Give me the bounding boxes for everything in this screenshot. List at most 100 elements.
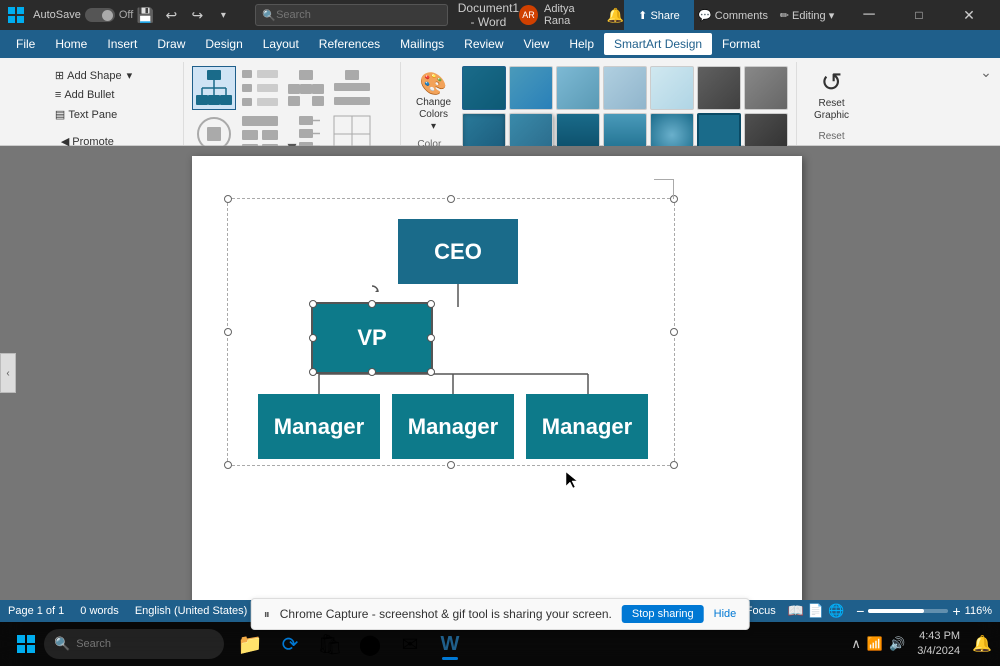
network-icon[interactable]: 📶 bbox=[867, 636, 883, 652]
title-search-box[interactable]: 🔍 bbox=[255, 4, 447, 26]
taskbar-search-box[interactable]: 🔍 bbox=[44, 629, 224, 659]
start-button[interactable] bbox=[8, 626, 44, 662]
comments-button[interactable]: 💬 Comments bbox=[698, 0, 768, 30]
smartart-container[interactable]: CEO VP bbox=[227, 198, 675, 466]
taskbar-apps: 📁 ⟳ 🛍 ⬤ ✉ W bbox=[232, 626, 468, 662]
menu-file[interactable]: File bbox=[6, 33, 45, 55]
zoom-out-button[interactable]: − bbox=[856, 603, 864, 619]
selection-handle-mr[interactable] bbox=[670, 328, 678, 336]
menu-smartart-design[interactable]: SmartArt Design bbox=[604, 33, 712, 55]
language-indicator[interactable]: English (United States) bbox=[135, 605, 248, 617]
menu-view[interactable]: View bbox=[514, 33, 560, 55]
read-mode-icon[interactable]: 📖 bbox=[788, 603, 804, 619]
autosave-toggle[interactable] bbox=[85, 8, 115, 22]
reset-graphic-button[interactable]: ↺ ResetGraphic bbox=[805, 62, 858, 127]
taskbar-app-mail[interactable]: ✉ bbox=[392, 626, 428, 662]
print-layout-icon[interactable]: 📄 bbox=[808, 603, 824, 619]
taskbar-app-explorer[interactable]: 📁 bbox=[232, 626, 268, 662]
zoom-slider[interactable] bbox=[868, 609, 948, 613]
vp-box[interactable]: VP bbox=[313, 304, 431, 372]
selection-handle-bl[interactable] bbox=[224, 461, 232, 469]
menu-references[interactable]: References bbox=[309, 33, 390, 55]
taskbar-app-store[interactable]: 🛍 bbox=[312, 626, 348, 662]
smartart-style-4[interactable] bbox=[603, 66, 647, 110]
stop-sharing-button[interactable]: Stop sharing bbox=[622, 605, 704, 623]
menu-design[interactable]: Design bbox=[195, 33, 252, 55]
page-indicator[interactable]: Page 1 of 1 bbox=[8, 605, 64, 617]
smartart-style-3[interactable] bbox=[556, 66, 600, 110]
notification-bell[interactable]: 🔔 bbox=[972, 634, 992, 654]
vp-handle-br[interactable] bbox=[427, 368, 435, 376]
ribbon-expand-button[interactable]: ⌄ bbox=[976, 62, 996, 82]
search-input[interactable] bbox=[276, 9, 436, 21]
smartart-style-1[interactable] bbox=[462, 66, 506, 110]
add-bullet-button[interactable]: ≡ Add Bullet bbox=[49, 86, 121, 104]
hide-link[interactable]: Hide bbox=[714, 608, 737, 620]
selection-handle-tl[interactable] bbox=[224, 195, 232, 203]
layout-item-2[interactable] bbox=[238, 66, 282, 110]
editing-button[interactable]: ✏ Editing ▾ bbox=[772, 0, 842, 30]
vp-handle-bl[interactable] bbox=[309, 368, 317, 376]
vp-handle-bc[interactable] bbox=[368, 368, 376, 376]
menu-home[interactable]: Home bbox=[45, 33, 97, 55]
save-button[interactable]: 💾 bbox=[133, 3, 157, 27]
menu-draw[interactable]: Draw bbox=[147, 33, 195, 55]
notification-icon[interactable]: 🔔 bbox=[607, 7, 624, 24]
minimize-button[interactable]: ─ bbox=[846, 0, 892, 30]
selection-handle-tc[interactable] bbox=[447, 195, 455, 203]
user-area: AR Aditya Rana 🔔 bbox=[519, 3, 624, 27]
manager-box-2[interactable]: Manager bbox=[392, 394, 514, 459]
layout-item-3[interactable] bbox=[284, 66, 328, 110]
layout-item-1[interactable] bbox=[192, 66, 236, 110]
manager-box-3[interactable]: Manager bbox=[526, 394, 648, 459]
undo-button[interactable]: ↩ bbox=[159, 3, 183, 27]
taskbar-search-input[interactable] bbox=[76, 638, 196, 650]
rotate-handle[interactable] bbox=[364, 280, 380, 296]
zoom-in-button[interactable]: + bbox=[952, 603, 960, 619]
change-colors-button[interactable]: 🎨 ChangeColors ▾ bbox=[409, 66, 458, 137]
ceo-box[interactable]: CEO bbox=[398, 219, 518, 284]
selection-handle-ml[interactable] bbox=[224, 328, 232, 336]
layout-item-4[interactable] bbox=[330, 66, 374, 110]
redo-button[interactable]: ↪ bbox=[185, 3, 209, 27]
sidebar-collapse-button[interactable]: ‹ bbox=[0, 353, 16, 393]
customize-button[interactable]: ▾ bbox=[211, 3, 235, 27]
clock-time: 4:43 PM bbox=[917, 629, 960, 644]
ribbon-group-create-graphic: ⊞ Add Shape ▾ ≡ Add Bullet ▤ Text Pane ◀… bbox=[4, 62, 184, 145]
selection-handle-br[interactable] bbox=[670, 461, 678, 469]
menu-help[interactable]: Help bbox=[559, 33, 604, 55]
user-name: Aditya Rana bbox=[544, 3, 601, 27]
smartart-style-7[interactable] bbox=[744, 66, 788, 110]
share-button[interactable]: ⬆ Share bbox=[624, 0, 694, 30]
menu-mailings[interactable]: Mailings bbox=[390, 33, 454, 55]
vp-handle-tl[interactable] bbox=[309, 300, 317, 308]
smartart-style-2[interactable] bbox=[509, 66, 553, 110]
menu-format[interactable]: Format bbox=[712, 33, 770, 55]
menu-layout[interactable]: Layout bbox=[253, 33, 309, 55]
system-clock[interactable]: 4:43 PM 3/4/2024 bbox=[909, 629, 968, 660]
vp-handle-tr[interactable] bbox=[427, 300, 435, 308]
change-colors-dropdown-icon[interactable]: ▾ bbox=[431, 121, 436, 132]
taskbar-app-edge[interactable]: ⟳ bbox=[272, 626, 308, 662]
menu-review[interactable]: Review bbox=[454, 33, 513, 55]
maximize-button[interactable]: □ bbox=[896, 0, 942, 30]
close-button[interactable]: ✕ bbox=[946, 0, 992, 30]
web-layout-icon[interactable]: 🌐 bbox=[828, 603, 844, 619]
chevron-icon[interactable]: ∧ bbox=[851, 636, 861, 652]
volume-icon[interactable]: 🔊 bbox=[889, 636, 905, 652]
word-count[interactable]: 0 words bbox=[80, 605, 119, 617]
vp-handle-tc[interactable] bbox=[368, 300, 376, 308]
zoom-level[interactable]: 116% bbox=[965, 605, 992, 617]
text-pane-button[interactable]: ▤ Text Pane bbox=[49, 105, 123, 124]
taskbar-app-word[interactable]: W bbox=[432, 626, 468, 662]
taskbar-app-chrome[interactable]: ⬤ bbox=[352, 626, 388, 662]
add-shape-dropdown[interactable]: ▾ bbox=[127, 69, 133, 82]
add-shape-button[interactable]: ⊞ Add Shape ▾ bbox=[49, 66, 138, 85]
smartart-style-5[interactable] bbox=[650, 66, 694, 110]
focus-button[interactable]: Focus bbox=[746, 605, 776, 617]
vp-handle-ml[interactable] bbox=[309, 334, 317, 342]
manager-box-1[interactable]: Manager bbox=[258, 394, 380, 459]
menu-insert[interactable]: Insert bbox=[97, 33, 147, 55]
vp-handle-mr[interactable] bbox=[427, 334, 435, 342]
smartart-style-6[interactable] bbox=[697, 66, 741, 110]
